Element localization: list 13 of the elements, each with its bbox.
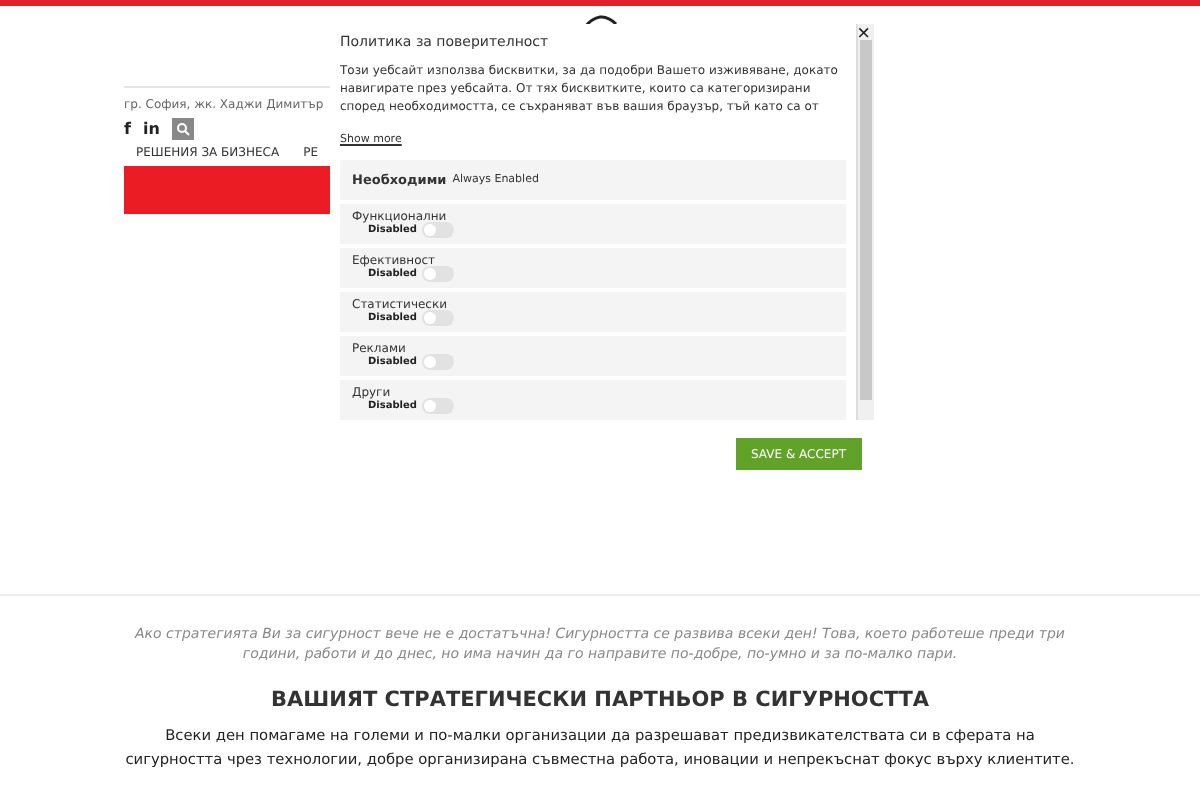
toggle-switch[interactable] [422,354,455,370]
toggle-switch[interactable] [422,266,455,282]
section-heading: ВАШИЯТ СТРАТЕГИЧЕСКИ ПАРТНЬОР В СИГУРНОСТТА [268,688,932,712]
search-button[interactable] [171,118,194,140]
social-link[interactable]: f [124,120,131,138]
scrollbar[interactable] [856,24,874,420]
toggle-switch[interactable] [422,398,455,414]
toggle-switch[interactable] [422,222,455,238]
toggle-switch[interactable] [422,310,455,326]
logo-icon [582,14,618,30]
close-button[interactable]: × [857,24,870,44]
social-link[interactable]: in [142,120,160,138]
search-icon [175,122,190,136]
